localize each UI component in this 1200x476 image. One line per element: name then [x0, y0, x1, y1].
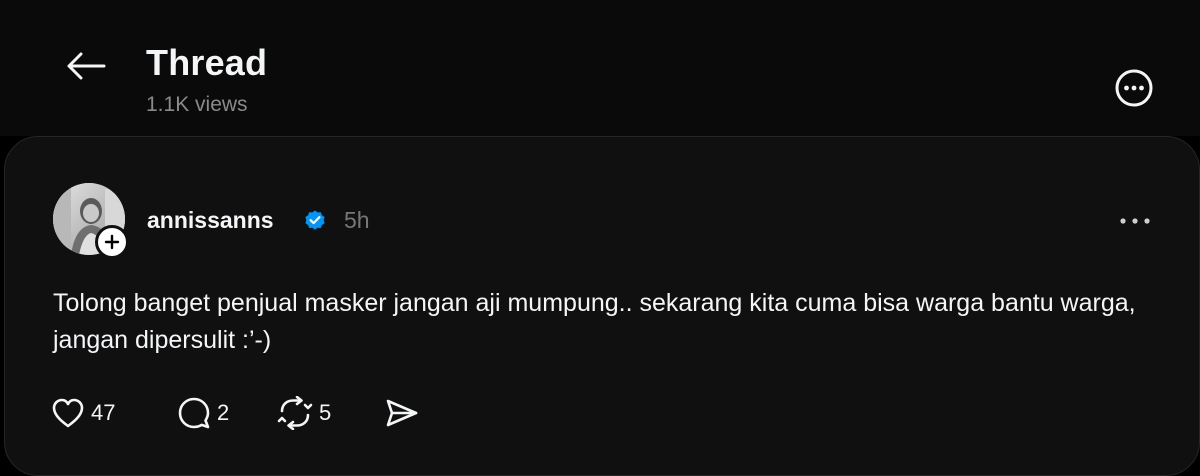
post-card: annissanns 5h Tolong banget penjual mask…: [4, 136, 1200, 476]
thread-header: Thread 1.1K views: [0, 0, 1200, 136]
username[interactable]: annissanns: [147, 206, 274, 234]
repost-button[interactable]: 5: [277, 393, 385, 433]
post-text: Tolong banget penjual masker jangan aji …: [53, 289, 1136, 354]
avatar-container[interactable]: [53, 183, 131, 261]
reply-count: 2: [217, 400, 230, 425]
verified-badge-icon: [305, 210, 325, 230]
repost-icon: [277, 396, 313, 430]
view-count: 1.1K views: [146, 93, 248, 116]
more-horizontal-icon: [1120, 218, 1150, 224]
post-timestamp[interactable]: 5h: [344, 206, 370, 234]
post-actions: 47 2 5: [51, 393, 425, 433]
reply-button[interactable]: 2: [177, 393, 277, 433]
like-button[interactable]: 47: [51, 393, 177, 433]
more-options-button[interactable]: [1112, 66, 1156, 110]
more-circle-icon: [1115, 69, 1153, 107]
post-more-button[interactable]: [1113, 207, 1157, 235]
plus-icon: [104, 234, 120, 250]
back-button[interactable]: [60, 44, 112, 88]
comment-icon: [178, 397, 210, 429]
arrow-left-icon: [67, 52, 106, 80]
page-title: Thread: [146, 42, 268, 83]
send-icon: [386, 399, 418, 427]
like-count: 47: [91, 400, 116, 425]
share-button[interactable]: [385, 393, 425, 433]
heart-icon: [52, 398, 84, 428]
repost-count: 5: [319, 400, 332, 425]
follow-button[interactable]: [95, 225, 129, 259]
